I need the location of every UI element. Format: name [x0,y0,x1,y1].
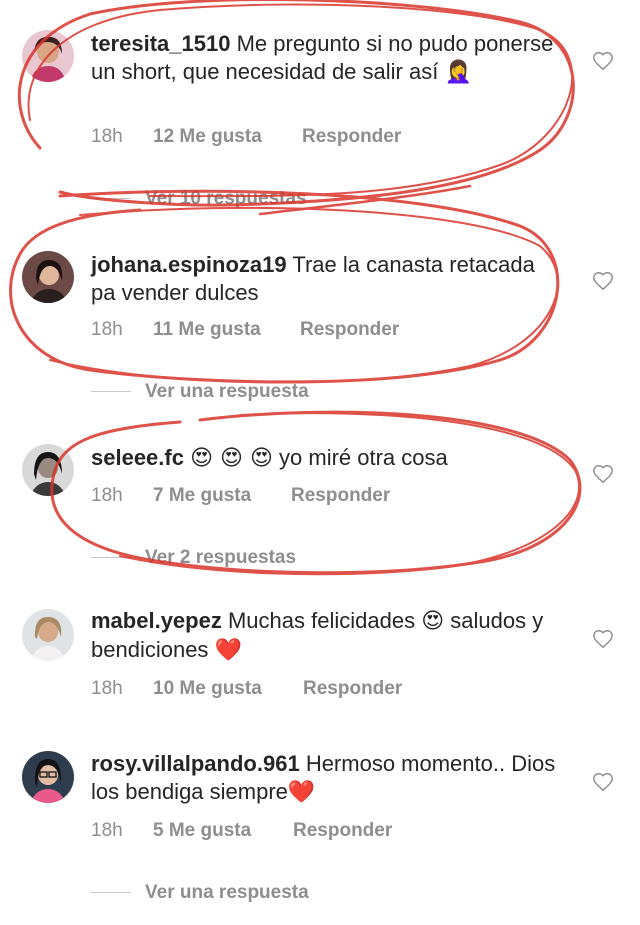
heart-outline-icon[interactable] [592,270,614,292]
username[interactable]: rosy.villalpando.961 [91,751,300,776]
likes-count[interactable]: 5 Me gusta [153,820,251,842]
view-replies-link[interactable]: Ver 10 respuestas [91,188,307,210]
divider-line [91,198,131,200]
reply-button[interactable]: Responder [291,485,390,507]
avatar[interactable] [22,251,74,303]
comment-text: teresita_1510 Me pregunto si no pudo pon… [91,30,561,87]
comment-text: rosy.villalpando.961 Hermoso momento.. D… [91,750,561,807]
view-replies-link[interactable]: Ver una respuesta [91,882,309,904]
reply-button[interactable]: Responder [302,126,401,148]
divider-line [91,892,131,894]
view-replies-link[interactable]: Ver 2 respuestas [91,547,296,569]
avatar[interactable] [22,609,74,661]
timestamp: 18h [91,485,123,506]
username[interactable]: mabel.yepez [91,608,222,633]
username[interactable]: seleee.fc [91,445,184,470]
likes-count[interactable]: 7 Me gusta [153,485,251,507]
view-replies-link[interactable]: Ver una respuesta [91,381,309,403]
reply-button[interactable]: Responder [300,319,399,341]
comment-body: yo miré otra cosa [279,445,448,470]
heart-outline-icon[interactable] [592,628,614,650]
divider-line [91,391,131,393]
avatar[interactable] [22,751,74,803]
comment-text: mabel.yepez Muchas felicidades 😍 saludos… [91,607,561,665]
heart-emoji: ❤️ [214,638,242,663]
likes-count[interactable]: 11 Me gusta [153,319,261,341]
heart-outline-icon[interactable] [592,463,614,485]
username[interactable]: teresita_1510 [91,31,230,56]
heart-outline-icon[interactable] [592,771,614,793]
timestamp: 18h [91,126,123,147]
heart-eyes-emoji: 😍 [421,609,445,634]
facepalm-emoji: 🤦‍♀️ [444,60,472,85]
comment-body: Muchas felicidades [227,608,416,633]
heart-emoji: ❤️ [287,780,316,805]
reply-button[interactable]: Responder [293,820,392,842]
comment-text: seleee.fc 😍 😍 😍 yo miré otra cosa [91,444,561,473]
username[interactable]: johana.espinoza19 [91,252,287,277]
timestamp: 18h [91,678,123,699]
avatar[interactable] [22,30,74,82]
comment-text: johana.espinoza19 Trae la canasta retaca… [91,251,561,307]
likes-count[interactable]: 10 Me gusta [153,678,262,700]
timestamp: 18h [91,820,123,841]
likes-count[interactable]: 12 Me gusta [153,126,262,148]
heart-eyes-emoji: 😍 😍 😍 [190,446,273,471]
avatar[interactable] [22,444,74,496]
reply-button[interactable]: Responder [303,678,402,700]
heart-outline-icon[interactable] [592,50,614,72]
divider-line [91,557,131,559]
timestamp: 18h [91,319,123,340]
